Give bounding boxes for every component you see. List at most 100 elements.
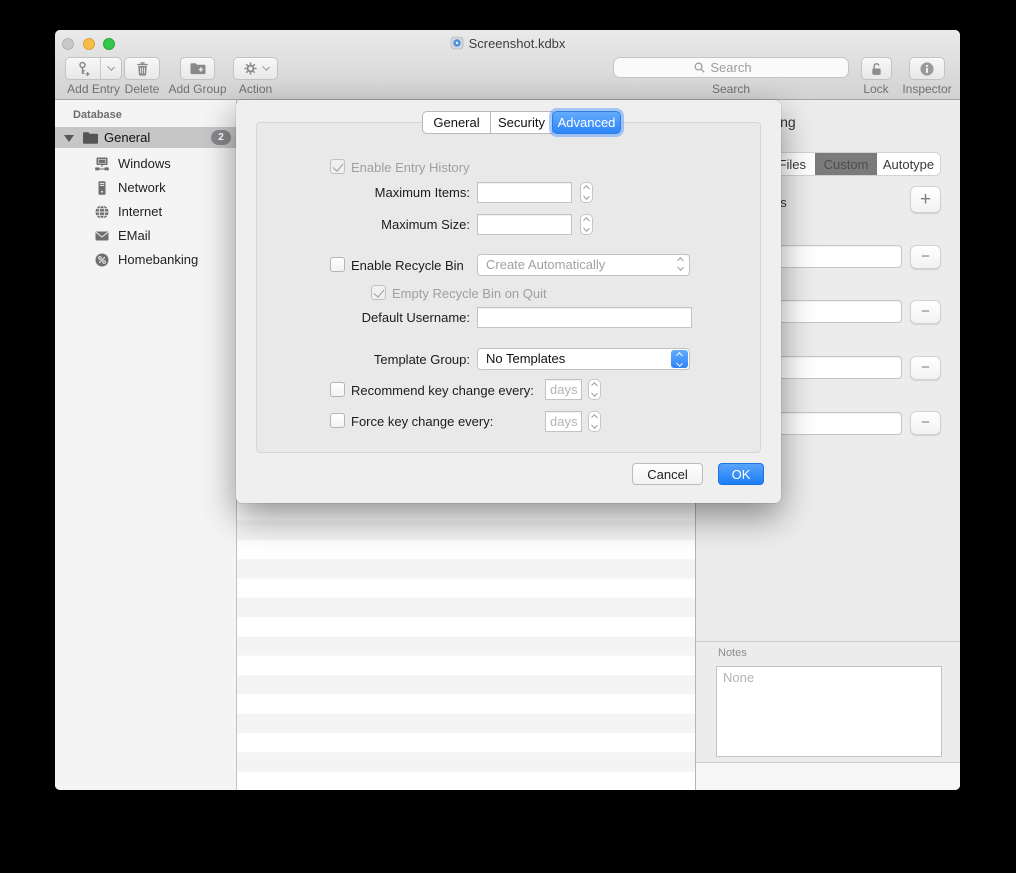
trash-icon <box>135 61 150 77</box>
tab-autotype[interactable]: Autotype <box>877 153 940 175</box>
remove-custom-field-button[interactable]: − <box>910 411 941 435</box>
maximum-size-stepper[interactable] <box>580 214 593 235</box>
sidebar-item-network[interactable]: Network <box>55 176 237 200</box>
recommend-days-input[interactable] <box>545 379 582 400</box>
window-header: Screenshot.kdbx Add Entry Delete Add Gro… <box>55 30 960 100</box>
remove-custom-field-button[interactable]: − <box>910 300 941 324</box>
notes-label: Notes <box>718 647 747 659</box>
sidebar-section-header: Database <box>73 109 122 121</box>
chevron-down-icon <box>107 63 115 71</box>
add-group-button[interactable] <box>180 57 215 80</box>
search-label: Search <box>613 82 849 96</box>
stepper-down-icon <box>591 422 598 429</box>
folder-icon <box>82 131 99 145</box>
force-days-input[interactable] <box>545 411 582 432</box>
template-group-value: No Templates <box>486 351 565 366</box>
add-custom-field-button[interactable]: + <box>910 186 941 213</box>
popup-down-icon <box>677 264 684 271</box>
stepper-up-icon <box>583 185 590 192</box>
add-entry-button[interactable] <box>65 57 122 80</box>
force-key-change-checkbox[interactable] <box>330 413 345 428</box>
default-username-label: Default Username: <box>330 310 470 325</box>
default-username-input[interactable] <box>477 307 692 328</box>
search-icon <box>693 61 706 74</box>
desktop-background: Screenshot.kdbx Add Entry Delete Add Gro… <box>0 0 1016 873</box>
entry-count-badge: 2 <box>211 130 231 145</box>
sidebar-item-general[interactable]: General 2 <box>55 127 237 148</box>
delete-button[interactable] <box>124 57 160 80</box>
search-input[interactable] <box>613 57 849 78</box>
sidebar-item-email[interactable]: EMail <box>55 224 237 248</box>
force-key-change-label: Force key change every: <box>351 414 493 429</box>
remove-custom-field-button[interactable]: − <box>910 245 941 269</box>
windows-network-icon <box>94 156 110 172</box>
sidebar-item-label: EMail <box>118 224 151 248</box>
sidebar-item-label: Network <box>118 176 166 200</box>
add-entry-dropdown-segment[interactable] <box>100 58 121 79</box>
delete-label: Delete <box>115 82 169 96</box>
stepper-up-icon <box>583 217 590 224</box>
tab-general[interactable]: General <box>422 111 490 134</box>
key-plus-icon <box>76 61 91 77</box>
enable-recycle-bin-checkbox[interactable] <box>330 257 345 272</box>
action-label: Action <box>233 82 278 96</box>
ok-button[interactable]: OK <box>718 463 764 485</box>
stepper-up-icon <box>591 382 598 389</box>
popup-down-icon <box>676 360 683 367</box>
tab-advanced[interactable]: Advanced <box>552 111 621 134</box>
lock-button[interactable] <box>861 57 892 80</box>
empty-recycle-bin-label: Empty Recycle Bin on Quit <box>392 286 547 301</box>
server-icon <box>94 180 110 196</box>
envelope-icon <box>94 228 110 244</box>
notes-textarea[interactable] <box>716 666 942 757</box>
recycle-bin-mode-value: Create Automatically <box>486 257 605 272</box>
empty-recycle-bin-checkbox[interactable] <box>371 285 386 300</box>
percent-icon <box>94 252 110 268</box>
enable-entry-history-checkbox[interactable] <box>330 159 345 174</box>
sidebar-item-internet[interactable]: Internet <box>55 200 237 224</box>
sidebar-item-label: Windows <box>118 152 171 176</box>
maximum-items-input[interactable] <box>477 182 572 203</box>
tab-custom[interactable]: Custom <box>815 153 877 175</box>
recommend-days-stepper[interactable] <box>588 379 601 400</box>
maximum-size-input[interactable] <box>477 214 572 235</box>
add-group-label: Add Group <box>166 82 229 96</box>
sidebar-item-label: General <box>104 127 150 148</box>
app-window: Screenshot.kdbx Add Entry Delete Add Gro… <box>55 30 960 790</box>
popup-blue-cap <box>671 350 688 368</box>
stepper-down-icon <box>591 390 598 397</box>
inspector-label: Inspector <box>896 82 958 96</box>
maximum-size-label: Maximum Size: <box>330 217 470 232</box>
recycle-bin-mode-popup[interactable]: Create Automatically <box>477 254 690 276</box>
action-button[interactable] <box>233 57 278 80</box>
sidebar-item-windows[interactable]: Windows <box>55 152 237 176</box>
enable-recycle-bin-label: Enable Recycle Bin <box>351 258 464 273</box>
sidebar-item-homebanking[interactable]: Homebanking <box>55 248 237 272</box>
force-days-stepper[interactable] <box>588 411 601 432</box>
popup-up-icon <box>677 257 684 264</box>
tab-security[interactable]: Security <box>490 111 553 134</box>
folder-plus-icon <box>189 61 206 76</box>
enable-entry-history-label: Enable Entry History <box>351 160 470 175</box>
info-icon <box>919 61 935 77</box>
popup-up-icon <box>676 352 683 359</box>
sidebar-item-label: Internet <box>118 200 162 224</box>
template-group-popup[interactable]: No Templates <box>477 348 690 370</box>
add-entry-label: Add Entry <box>65 82 122 96</box>
inspector-button[interactable] <box>909 57 945 80</box>
sidebar-item-label: Homebanking <box>118 248 198 272</box>
window-title: Screenshot.kdbx <box>469 36 566 51</box>
remove-custom-field-button[interactable]: − <box>910 356 941 380</box>
add-entry-main-segment[interactable] <box>66 61 100 77</box>
recommend-key-change-checkbox[interactable] <box>330 382 345 397</box>
maximum-items-stepper[interactable] <box>580 182 593 203</box>
stepper-down-icon <box>583 225 590 232</box>
gear-icon <box>243 61 258 76</box>
maximum-items-label: Maximum Items: <box>330 185 470 200</box>
recommend-key-change-label: Recommend key change every: <box>351 383 534 398</box>
window-title-area: Screenshot.kdbx <box>55 36 960 51</box>
disclosure-triangle-icon[interactable] <box>64 135 74 142</box>
panel-footer <box>696 762 960 790</box>
globe-icon <box>94 204 110 220</box>
cancel-button[interactable]: Cancel <box>632 463 703 485</box>
